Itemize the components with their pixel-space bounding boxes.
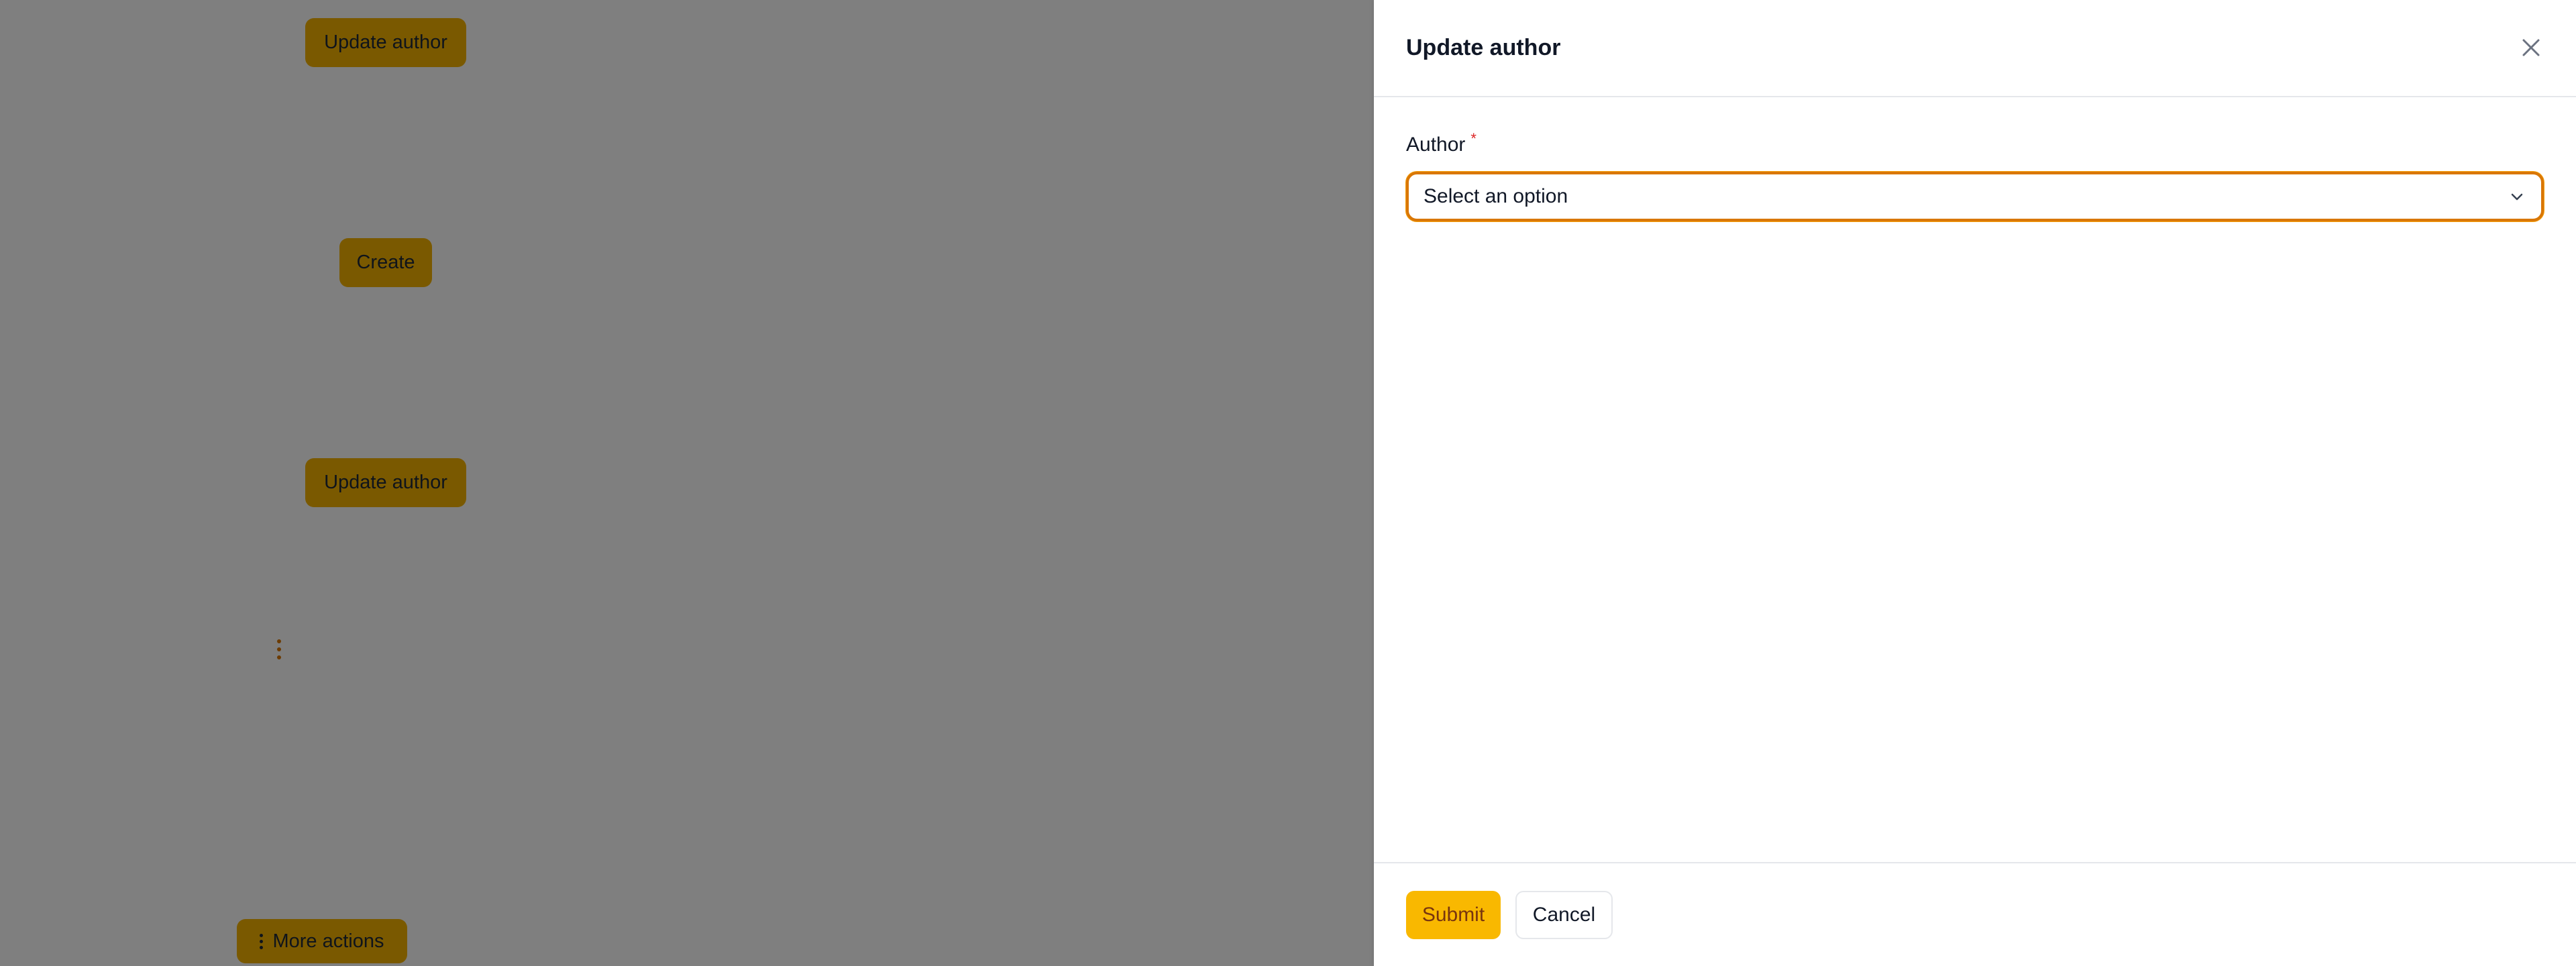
panel-title: Update author xyxy=(1406,35,1561,60)
required-indicator: * xyxy=(1470,130,1477,147)
author-select-value: Select an option xyxy=(1424,185,1568,207)
close-icon xyxy=(2522,39,2540,56)
slide-over-panel: Update author Author * Select an option … xyxy=(1374,0,2576,966)
author-label: Author xyxy=(1406,133,1466,156)
author-select[interactable]: Select an option xyxy=(1406,172,2544,221)
cancel-button[interactable]: Cancel xyxy=(1515,891,1613,939)
submit-button[interactable]: Submit xyxy=(1406,891,1501,939)
author-field-label: Author * xyxy=(1406,131,1477,158)
panel-footer: Submit Cancel xyxy=(1374,862,2576,966)
close-button[interactable] xyxy=(2514,31,2548,64)
panel-header: Update author xyxy=(1374,0,2576,97)
chevron-down-icon xyxy=(2508,187,2526,206)
